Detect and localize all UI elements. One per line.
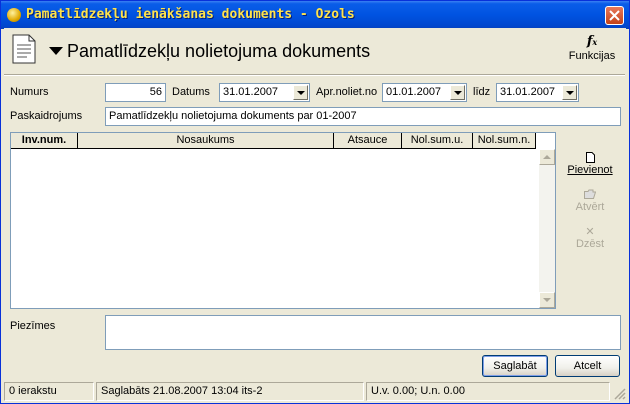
- functions-button[interactable]: fx Funkcijas: [564, 34, 620, 70]
- grid-scrollbar[interactable]: [539, 149, 555, 308]
- delete-x-icon: ✕: [585, 226, 595, 238]
- delete-button[interactable]: ✕ Dzēst: [562, 226, 618, 254]
- lidz-dropdown-button[interactable]: [562, 85, 577, 100]
- column-nosaukums[interactable]: Nosaukums: [78, 133, 334, 149]
- close-icon: [609, 10, 620, 21]
- delete-button-label: Dzēst: [575, 238, 605, 250]
- new-page-icon: [562, 152, 618, 164]
- datums-value: 31.01.2007: [223, 86, 279, 98]
- piezimes-label: Piezīmes: [10, 320, 56, 332]
- numurs-label: Numurs: [10, 86, 49, 98]
- scroll-up-button[interactable]: [539, 149, 555, 165]
- open-folder-icon: [562, 189, 618, 201]
- apr-noliet-date-picker[interactable]: 01.01.2007: [382, 83, 467, 102]
- close-button[interactable]: [605, 6, 624, 25]
- app-icon: [7, 8, 21, 22]
- piezimes-field[interactable]: [105, 315, 621, 350]
- column-nol-sum-n[interactable]: Nol.sum.n.: [473, 133, 536, 149]
- numurs-field[interactable]: 56: [105, 83, 166, 102]
- apr-noliet-dropdown-button[interactable]: [450, 85, 465, 100]
- lidz-value: 31.01.2007: [500, 86, 556, 98]
- grid-header: Inv.num. Nosaukums Atsauce Nol.sum.u. No…: [11, 133, 542, 149]
- status-saved-info: Saglabāts 21.08.2007 13:04 its-2: [96, 382, 364, 401]
- items-grid[interactable]: Inv.num. Nosaukums Atsauce Nol.sum.u. No…: [10, 132, 556, 309]
- lidz-label: līdz: [473, 86, 491, 98]
- datums-label: Datums: [172, 86, 210, 98]
- paskaidrojums-label: Paskaidrojums: [10, 110, 83, 122]
- open-button-label: Atvērt: [575, 201, 605, 213]
- status-totals: U.v. 0.00; U.n. 0.00: [366, 382, 610, 401]
- apr-noliet-value: 01.01.2007: [386, 86, 442, 98]
- title-dropdown-arrow-icon[interactable]: [49, 47, 63, 55]
- window-title: Pamatlīdzekļu ienākšanas dokuments - Ozo…: [26, 7, 355, 22]
- header-divider: [4, 74, 625, 76]
- column-atsauce[interactable]: Atsauce: [334, 133, 402, 149]
- title-bar[interactable]: Pamatlīdzekļu ienākšanas dokuments - Ozo…: [1, 1, 629, 29]
- column-inv-num[interactable]: Inv.num.: [11, 133, 78, 149]
- cancel-button[interactable]: Atcelt: [555, 355, 620, 377]
- document-header: Pamatlīdzekļu nolietojuma dokuments fx F…: [4, 28, 626, 74]
- functions-label: Funkcijas: [568, 50, 616, 62]
- column-nol-sum-u[interactable]: Nol.sum.u.: [402, 133, 473, 149]
- open-button[interactable]: Atvērt: [562, 189, 618, 217]
- page-title: Pamatlīdzekļu nolietojuma dokuments: [67, 41, 371, 61]
- paskaidrojums-field[interactable]: Pamatlīdzekļu nolietojuma dokuments par …: [105, 107, 621, 126]
- document-icon: [12, 34, 36, 64]
- save-button[interactable]: Saglabāt: [482, 355, 548, 377]
- status-record-count: 0 ierakstu: [4, 382, 94, 401]
- datums-date-picker[interactable]: 31.01.2007: [219, 83, 310, 102]
- lidz-date-picker[interactable]: 31.01.2007: [496, 83, 579, 102]
- add-button-label: Pievienot: [567, 164, 613, 176]
- datums-dropdown-button[interactable]: [293, 85, 308, 100]
- apr-noliet-label: Apr.noliet.no: [316, 86, 378, 98]
- resize-grip-icon[interactable]: [612, 386, 626, 400]
- add-button[interactable]: Pievienot: [562, 152, 618, 180]
- scroll-down-button[interactable]: [539, 292, 555, 308]
- fx-icon: fx: [586, 34, 598, 49]
